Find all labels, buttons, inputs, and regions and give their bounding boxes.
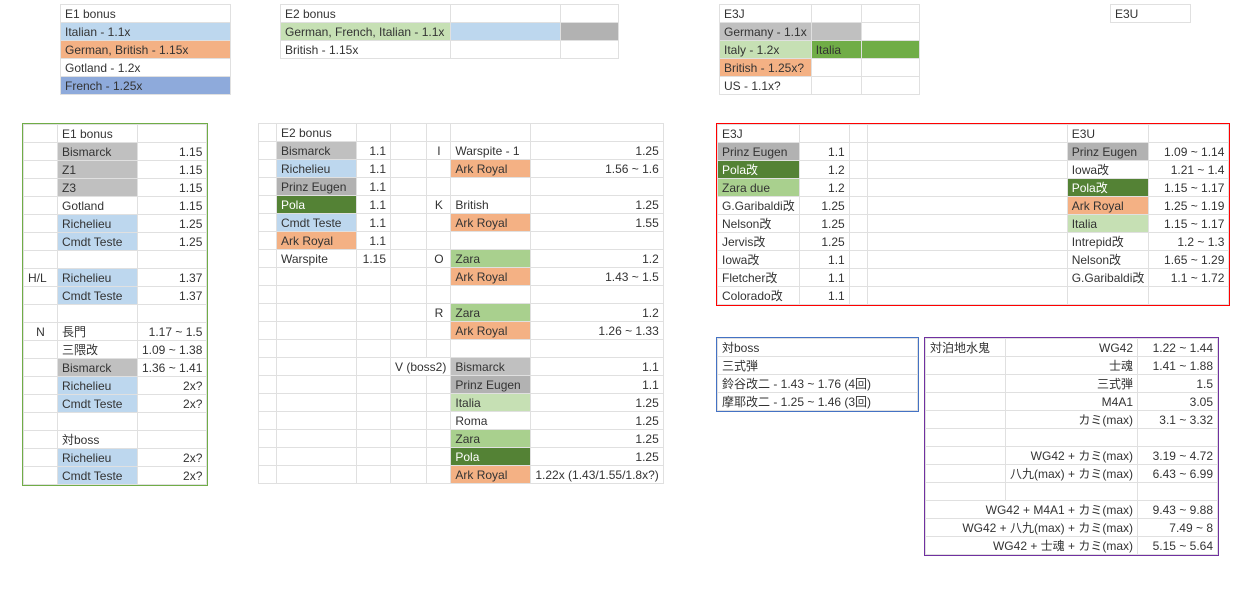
e2-table: E2 bonus Bismarck1.1IWarspite - 11.25 Ri… bbox=[258, 123, 664, 484]
e3u-header: E3U bbox=[1110, 4, 1191, 23]
e3j-header: E3J Germany - 1.1x Italy - 1.2xItalia Br… bbox=[719, 4, 920, 95]
e1-header: E1 bonus Italian - 1.1x German, British … bbox=[60, 4, 231, 95]
e3-table: E3JE3U Prinz Eugen1.1Prinz Eugen1.09 ~ 1… bbox=[717, 124, 1229, 305]
e2-header: E2 bonus German, French, Italian - 1.1x … bbox=[280, 4, 619, 59]
e1-table: E1 bonus Bismarck1.15 Z11.15 Z31.15 Gotl… bbox=[23, 124, 207, 485]
vsboss-table: 対boss 三式弾 鈴谷改二 - 1.43 ~ 1.76 (4回) 摩耶改二 -… bbox=[717, 338, 918, 411]
anchorage-table: 対泊地水鬼WG421.22 ~ 1.44 士魂1.41 ~ 1.88 三式弾1.… bbox=[925, 338, 1218, 555]
